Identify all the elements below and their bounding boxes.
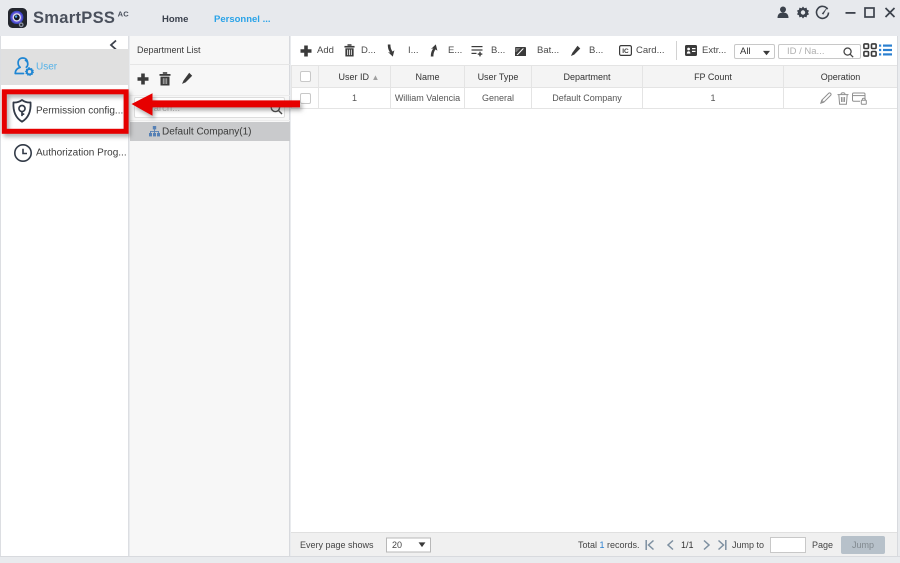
svg-text:IC: IC — [622, 48, 629, 55]
